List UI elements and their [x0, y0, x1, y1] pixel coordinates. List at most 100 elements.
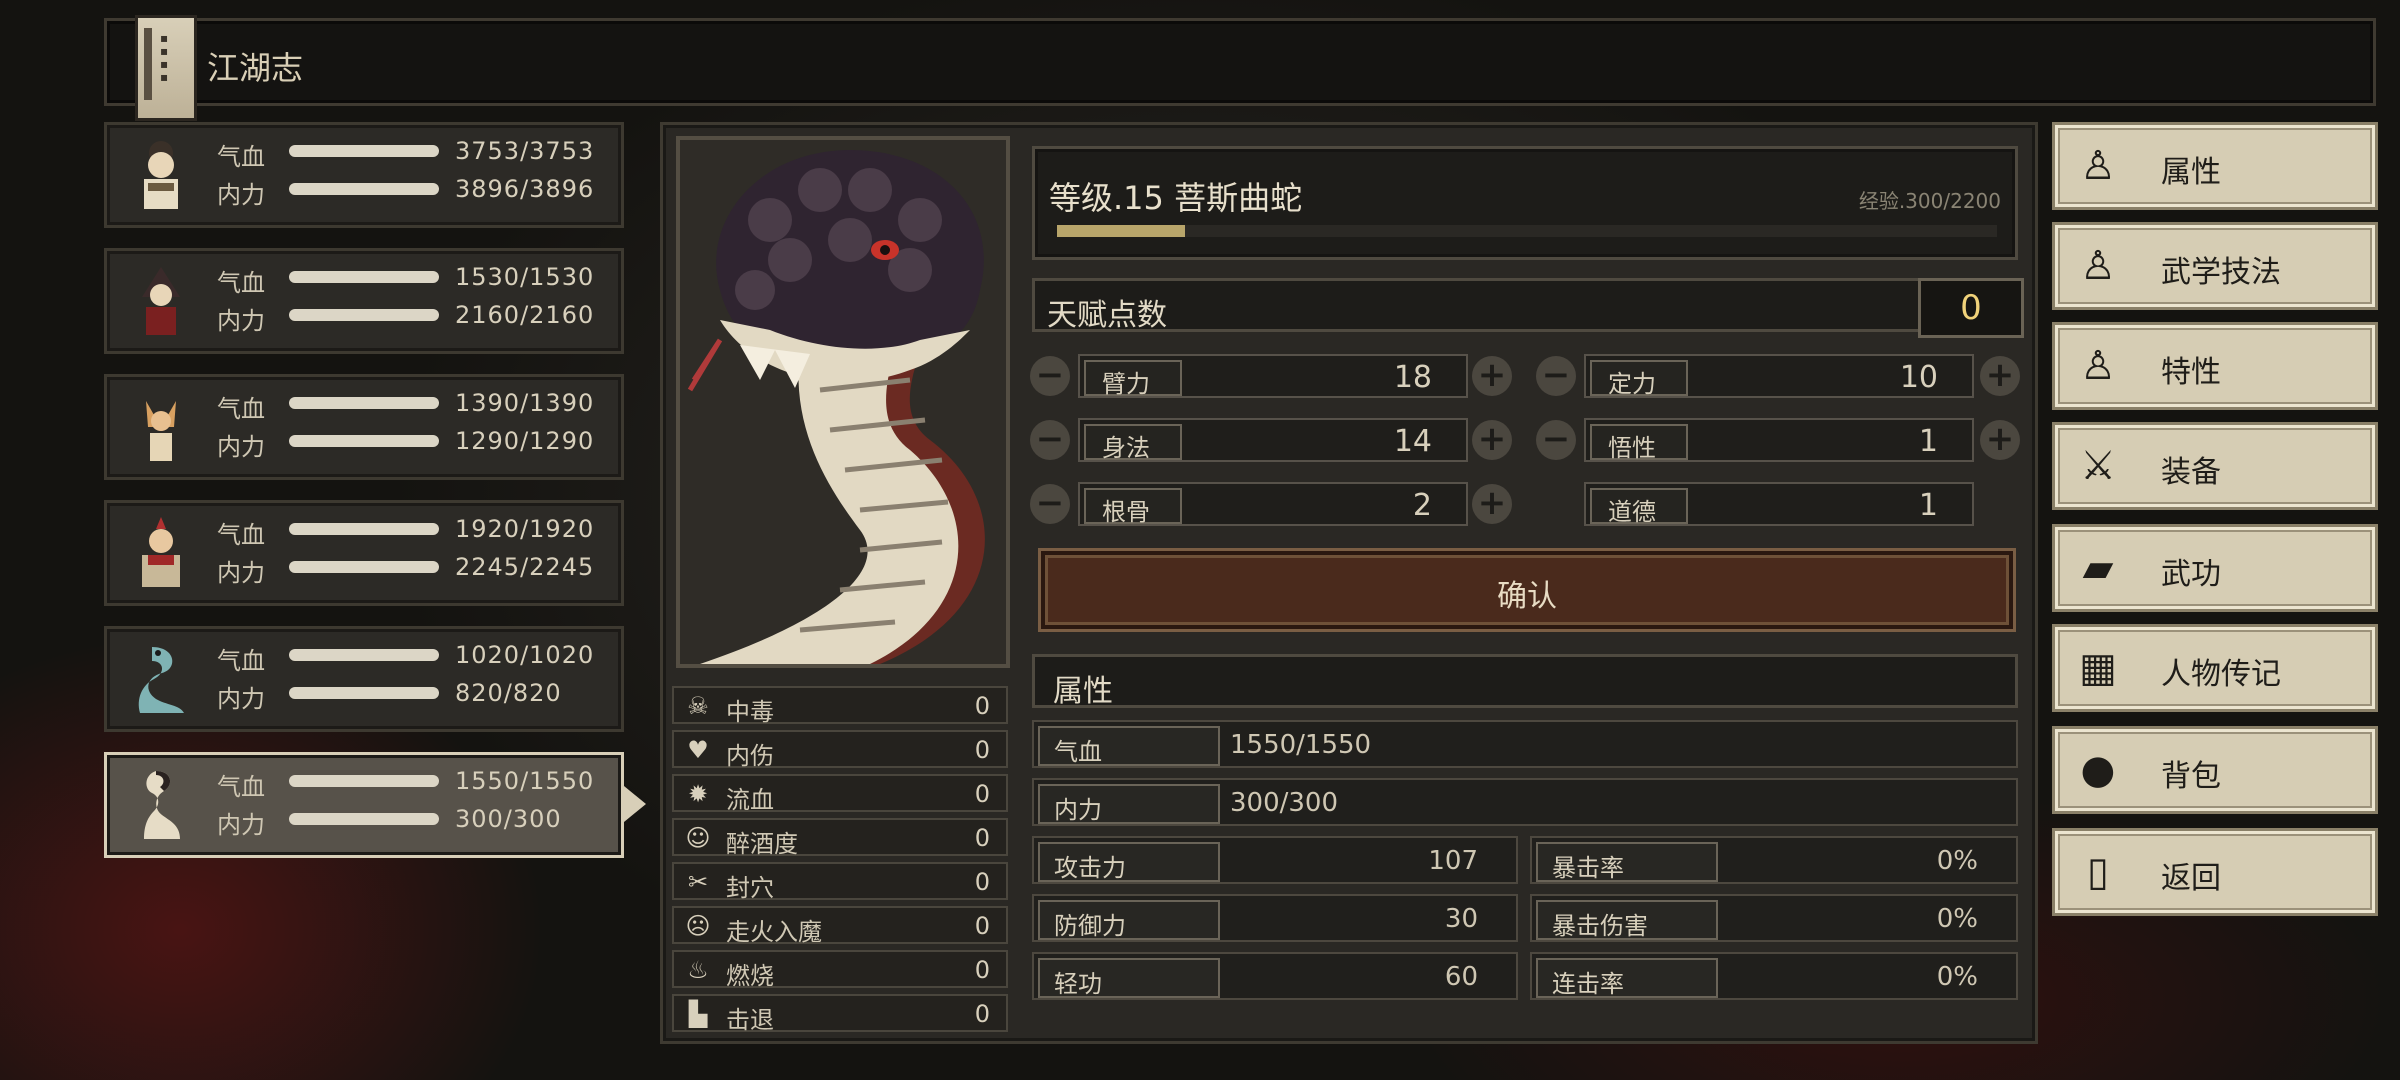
status-value: 0 — [974, 912, 990, 940]
menu-attributes-button[interactable]: ♙ 属性 — [2052, 122, 2378, 210]
strength-plus-button[interactable]: + — [1472, 356, 1512, 396]
stat-label: 悟性 — [1608, 434, 1656, 462]
hp-bar — [289, 271, 439, 283]
focus-plus-button[interactable]: + — [1980, 356, 2020, 396]
stat-label: 定力 — [1608, 370, 1656, 398]
stat-label: 臂力 — [1102, 370, 1150, 398]
attr-value: 107 — [1428, 846, 1478, 876]
menu-label: 装备 — [2161, 455, 2221, 490]
menu-label: 属性 — [2161, 155, 2221, 190]
status-label: 封穴 — [726, 874, 774, 902]
level-box: 等级.15 菩斯曲蛇 经验.300/2200 — [1032, 146, 2018, 260]
hp-row: 气血 1920/1920 — [217, 515, 617, 549]
confirm-button[interactable]: 确认 — [1038, 548, 2016, 632]
party-card-4[interactable]: 气血 1920/1920 内力 2245/2245 — [104, 500, 624, 606]
talent-points-label: 天赋点数 — [1047, 298, 1167, 333]
menu-equipment-button[interactable]: ⚔ 装备 — [2052, 422, 2378, 510]
mp-row: 内力 1290/1290 — [217, 427, 617, 461]
mp-bar — [289, 309, 439, 321]
agility-plus-button[interactable]: + — [1472, 420, 1512, 460]
talent-points-value: 0 — [1918, 278, 2024, 338]
strength-minus-button[interactable]: − — [1030, 356, 1070, 396]
status-drunkenness: ☺ 醉酒度 0 — [672, 818, 1008, 858]
menu-label: 武学技法 — [2161, 255, 2281, 290]
attr-combo-rate: 连击率 0% — [1530, 952, 2018, 1000]
hp-bar — [289, 523, 439, 535]
status-value: 0 — [974, 824, 990, 852]
hp-row: 气血 3753/3753 — [217, 137, 617, 171]
status-poison: ☠ 中毒 0 — [672, 686, 1008, 726]
fox-character-icon — [119, 385, 203, 469]
stat-tag: 根骨 — [1084, 488, 1182, 526]
mp-row: 内力 2245/2245 — [217, 553, 617, 587]
attr-label: 气血 — [1054, 738, 1102, 766]
hp-label: 气血 — [217, 647, 265, 675]
party-card-6[interactable]: 气血 1550/1550 内力 300/300 — [104, 752, 624, 858]
hp-value: 1390/1390 — [455, 389, 595, 417]
confirm-label: 确认 — [1497, 579, 1557, 614]
title-bar: 江湖志 — [104, 15, 2376, 121]
party-card-5[interactable]: 气血 1020/1020 内力 820/820 — [104, 626, 624, 732]
attr-crit-damage: 暴击伤害 0% — [1530, 894, 2018, 942]
status-label: 中毒 — [726, 698, 774, 726]
mp-value: 820/820 — [455, 679, 562, 707]
menu-kungfu-button[interactable]: ▰ 武功 — [2052, 524, 2378, 612]
status-knockback: ▙ 击退 0 — [672, 994, 1008, 1034]
hp-bar — [289, 775, 439, 787]
exp-bar-fill — [1057, 225, 1185, 237]
party-card-3[interactable]: 气血 1390/1390 内力 1290/1290 — [104, 374, 624, 480]
status-value: 0 — [974, 868, 990, 896]
menu-label: 返回 — [2161, 861, 2221, 896]
mp-bar — [289, 687, 439, 699]
hp-value: 1020/1020 — [455, 641, 595, 669]
boot-icon: ▙ — [688, 1000, 708, 1028]
warrior-character-icon — [119, 511, 203, 595]
menu-martial-techniques-button[interactable]: ♙ 武学技法 — [2052, 222, 2378, 310]
door-icon: ▯ — [2086, 849, 2109, 895]
mp-label: 内力 — [217, 181, 265, 209]
mp-value: 2160/2160 — [455, 301, 595, 329]
attr-tag: 内力 — [1038, 784, 1220, 824]
agility-minus-button[interactable]: − — [1030, 420, 1070, 460]
mp-label: 内力 — [217, 559, 265, 587]
attributes-header: 属性 — [1032, 654, 2018, 709]
status-label: 醉酒度 — [726, 830, 798, 858]
menu-bag-button[interactable]: ● 背包 — [2052, 726, 2378, 814]
level-name: 等级.15 菩斯曲蛇 — [1049, 179, 1303, 217]
menu-traits-button[interactable]: ♙ 特性 — [2052, 322, 2378, 410]
party-card-1[interactable]: 气血 3753/3753 内力 3896/3896 — [104, 122, 624, 228]
insight-plus-button[interactable]: + — [1980, 420, 2020, 460]
menu-label: 背包 — [2161, 759, 2221, 794]
skull-icon: ☠ — [687, 692, 709, 720]
menu-label: 人物传记 — [2161, 657, 2281, 692]
attr-value: 0% — [1936, 904, 1978, 934]
mp-value: 2245/2245 — [455, 553, 595, 581]
status-value: 0 — [974, 780, 990, 808]
hp-row: 气血 1390/1390 — [217, 389, 617, 423]
stat-tag: 道德 — [1590, 488, 1688, 526]
dizzy-face-icon: ☺ — [685, 824, 711, 852]
mp-value: 1290/1290 — [455, 427, 595, 455]
constitution-plus-button[interactable]: + — [1472, 484, 1512, 524]
manual-book-icon: ▰ — [2082, 545, 2114, 591]
party-card-2[interactable]: 气血 1530/1530 内力 2160/2160 — [104, 248, 624, 354]
constitution-minus-button[interactable]: − — [1030, 484, 1070, 524]
hp-label: 气血 — [217, 143, 265, 171]
stat-tag: 臂力 — [1084, 360, 1182, 398]
stat-value: 2 — [1412, 488, 1432, 523]
journal-book-icon — [135, 15, 197, 121]
talent-points-box: 天赋点数 0 — [1032, 278, 2024, 338]
status-label: 流血 — [726, 786, 774, 814]
attr-value: 1550/1550 — [1230, 730, 1372, 760]
status-label: 燃烧 — [726, 962, 774, 990]
focus-minus-button[interactable]: − — [1536, 356, 1576, 396]
stat-label: 身法 — [1102, 434, 1150, 462]
menu-biography-button[interactable]: ▦ 人物传记 — [2052, 624, 2378, 712]
insight-minus-button[interactable]: − — [1536, 420, 1576, 460]
menu-return-button[interactable]: ▯ 返回 — [2052, 828, 2378, 916]
attr-mp: 内力 300/300 — [1032, 778, 2018, 826]
character-portrait-icon — [119, 133, 203, 217]
mp-row: 内力 2160/2160 — [217, 301, 617, 335]
attr-value: 60 — [1444, 962, 1478, 992]
mp-row: 内力 300/300 — [217, 805, 617, 839]
